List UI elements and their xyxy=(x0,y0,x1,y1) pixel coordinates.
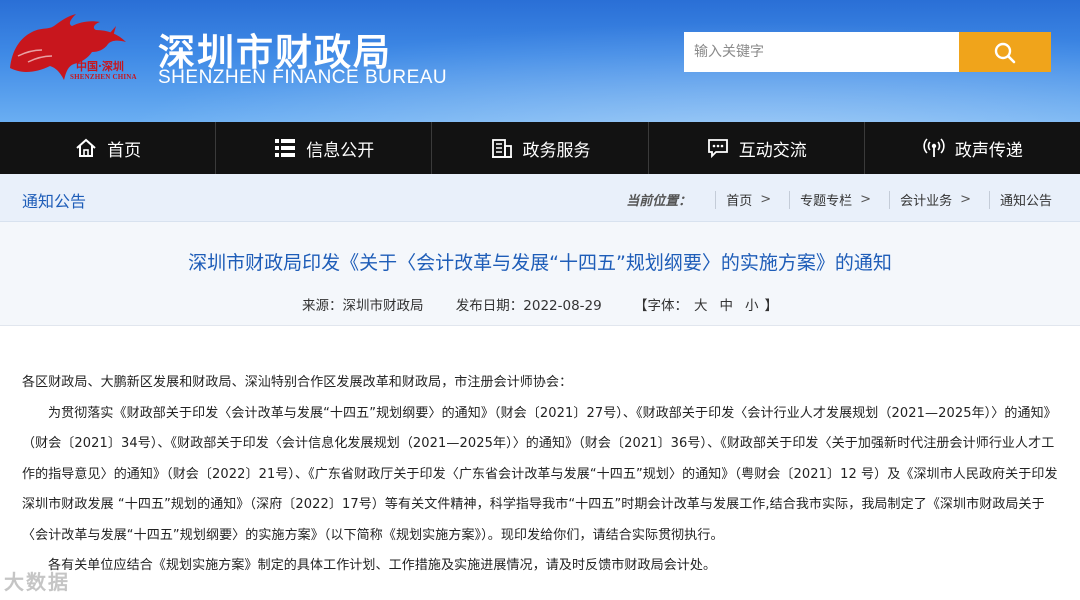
breadcrumb-divider xyxy=(889,190,891,209)
section-title[interactable]: 通知公告 xyxy=(22,188,86,212)
breadcrumb-separator: > xyxy=(960,192,971,207)
nav-item-gov-voice[interactable]: 政声传递 xyxy=(865,122,1080,174)
article-header: 深圳市财政局印发《关于〈会计改革与发展“十四五”规划纲要〉的实施方案》的通知 来… xyxy=(0,222,1080,326)
nav-item-gov-services[interactable]: 政务服务 xyxy=(432,122,649,174)
nav-label: 信息公开 xyxy=(306,140,375,161)
search-icon xyxy=(994,42,1016,64)
breadcrumb-notices[interactable]: 通知公告 xyxy=(1000,190,1052,209)
home-icon xyxy=(74,136,98,160)
nav-label: 政务服务 xyxy=(522,140,591,161)
breadcrumb-topics[interactable]: 专题专栏 xyxy=(800,190,852,209)
breadcrumb-divider xyxy=(988,190,990,209)
building-icon xyxy=(490,136,514,160)
main-nav: 首页 信息公开 政务服务 互动交流 政声传递 xyxy=(0,122,1080,174)
font-size-open: 【字体： xyxy=(634,298,689,314)
nav-item-info-disclosure[interactable]: 信息公开 xyxy=(216,122,433,174)
font-size-small[interactable]: 小 xyxy=(745,298,759,314)
search-input[interactable] xyxy=(684,32,959,72)
breadcrumb-current-label: 当前位置： xyxy=(626,194,692,209)
font-size-control: 【字体： 大中小】 xyxy=(634,298,778,314)
search-button[interactable] xyxy=(959,32,1051,72)
nav-label: 政声传递 xyxy=(954,140,1023,161)
salutation-paragraph: 各区财政局、大鹏新区发展和财政局、深汕特别合作区发展改革和财政局，市注册会计师协… xyxy=(22,375,573,390)
body-paragraph: 各有关单位应结合《规划实施方案》制定的具体工作计划、工作措施及实施进展情况，请及… xyxy=(48,558,717,573)
chat-icon xyxy=(706,136,730,160)
breadcrumb-divider xyxy=(789,190,791,209)
breadcrumb-home[interactable]: 首页 xyxy=(726,190,752,209)
nav-item-home[interactable]: 首页 xyxy=(0,122,217,174)
breadcrumb-bar: 通知公告 当前位置： 首页 > 专题专栏 > 会计业务 > 通知公告 xyxy=(0,174,1080,222)
font-size-medium[interactable]: 中 xyxy=(720,298,734,314)
font-size-large[interactable]: 大 xyxy=(694,298,708,314)
nav-label: 互动交流 xyxy=(738,140,807,161)
list-icon xyxy=(273,136,297,160)
site-header: 中国·深圳 SHENZHEN CHINA 深圳市财政局 SHENZHEN FIN… xyxy=(0,0,1080,122)
breadcrumb-accounting[interactable]: 会计业务 xyxy=(900,190,952,209)
logo-caption-en: SHENZHEN CHINA xyxy=(70,73,137,81)
body-paragraph: 为贯彻落实《财政部关于印发〈会计改革与发展“十四五”规划纲要〉的通知》（财会〔2… xyxy=(22,405,1058,543)
nav-item-interaction[interactable]: 互动交流 xyxy=(649,122,865,174)
article-body: 各区财政局、大鹏新区发展和财政局、深汕特别合作区发展改革和财政局，市注册会计师协… xyxy=(22,368,1062,582)
broadcast-icon xyxy=(922,136,946,160)
breadcrumb-divider xyxy=(715,190,717,209)
site-subtitle: SHENZHEN FINANCE BUREAU xyxy=(158,67,448,88)
font-size-close: 】 xyxy=(764,298,779,314)
article-date: 发布日期：2022-08-29 xyxy=(455,298,602,314)
breadcrumb: 当前位置： 首页 > 专题专栏 > 会计业务 > 通知公告 xyxy=(626,190,1052,209)
nav-label: 首页 xyxy=(107,140,142,161)
breadcrumb-separator: > xyxy=(760,192,772,207)
article-title: 深圳市财政局印发《关于〈会计改革与发展“十四五”规划纲要〉的实施方案》的通知 xyxy=(188,252,892,274)
breadcrumb-separator: > xyxy=(860,192,872,207)
article-meta: 来源：深圳市财政局 发布日期：2022-08-29 【字体： 大中小】 xyxy=(0,294,1080,314)
logo-caption-cn: 中国·深圳 xyxy=(76,60,124,73)
article-source: 来源：深圳市财政局 xyxy=(301,298,424,314)
watermark: 大数据 xyxy=(4,570,70,594)
